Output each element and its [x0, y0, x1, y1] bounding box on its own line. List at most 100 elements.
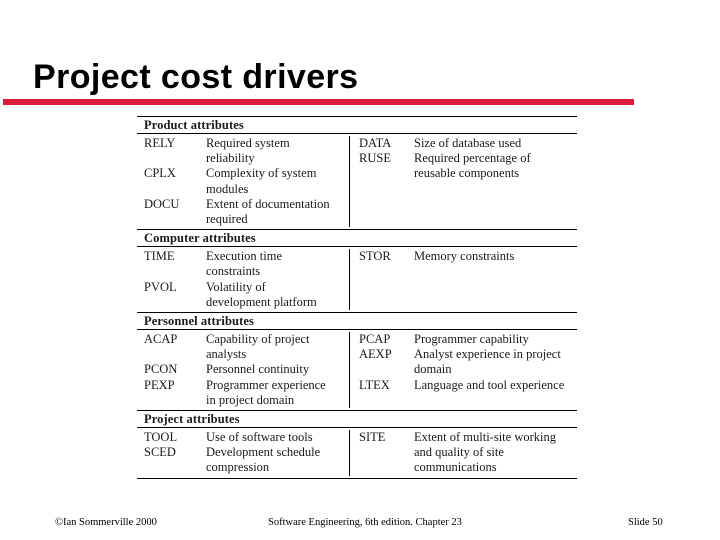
driver-description-line: reusable components [414, 166, 520, 181]
left-attribute-column: ACAP Capability of project analysts PCON Per… [137, 332, 350, 409]
driver-code: RELY [144, 136, 176, 150]
section-body: ACAP Capability of project analysts PCON Per… [137, 330, 577, 410]
layout-spacer [359, 295, 577, 310]
driver-code: SCED [144, 445, 176, 460]
driver-description-line: Extent of documentation [206, 196, 330, 211]
slide-footer: ©Ian Sommerville 2000 Software Engineeri… [0, 517, 720, 533]
section-body: RELY Required system reliability CPLX Comple… [137, 134, 577, 229]
cost-driver-row: TIME Execution time constraints [144, 249, 349, 279]
driver-code: LTEX [359, 377, 390, 392]
driver-code: PVOL [144, 279, 177, 294]
driver-description: Programmer experience in project domain [206, 378, 349, 408]
title-accent-rule [3, 99, 634, 105]
driver-description-line: communications [414, 460, 497, 475]
driver-description-line: Development schedule [206, 445, 321, 460]
cost-driver-row: SCED Development schedule compression [144, 445, 349, 475]
driver-description-line: domain [414, 362, 452, 377]
driver-description-line: required [206, 212, 248, 227]
section-heading: Computer attributes [137, 229, 577, 248]
driver-description: Capability of project analysts [206, 332, 349, 362]
section-heading: Product attributes [137, 116, 577, 134]
driver-description: Required system reliability [206, 136, 349, 166]
driver-description-line: development platform [206, 294, 317, 309]
layout-spacer [359, 182, 577, 197]
left-attribute-column: TOOL Use of software tools SCED Development… [137, 430, 350, 476]
cost-driver-row: RUSE Required percentage of reusable compo… [359, 151, 577, 181]
cost-driver-row: PCON Personnel continuity [144, 362, 349, 377]
driver-description-line: Complexity of system [206, 166, 317, 181]
cost-driver-row: SITE Extent of multi-site working and qual… [359, 430, 577, 476]
driver-description-line: compression [206, 460, 270, 475]
driver-description-line: Required system [206, 136, 290, 150]
cost-driver-row: CPLX Complexity of system modules [144, 166, 349, 196]
left-attribute-column: RELY Required system reliability CPLX Comple… [137, 136, 350, 228]
driver-description: Volatility of development platform [206, 280, 349, 310]
attribute-section: Personnel attributes ACAP Capability of pr… [137, 312, 577, 410]
driver-description: Programmer capability [414, 332, 577, 347]
driver-description-line: Language and tool experience [414, 377, 565, 392]
driver-code: CPLX [144, 166, 176, 181]
driver-description-line: Analyst experience in project [414, 347, 561, 362]
driver-description-line: analysts [206, 347, 247, 362]
driver-description-line: Size of database used [414, 136, 522, 150]
cost-driver-row: STOR Memory constraints [359, 249, 577, 264]
driver-description-line: constraints [206, 264, 261, 279]
cost-driver-row: DOCU Extent of documentation required [144, 197, 349, 227]
driver-description: Execution time constraints [206, 249, 349, 279]
right-attribute-column: PCAP Programmer capability AEXP Analyst exp… [350, 332, 577, 408]
driver-description-line: Extent of multi-site working [414, 430, 556, 445]
right-attribute-column: SITE Extent of multi-site working and qual… [350, 430, 577, 476]
driver-code: PEXP [144, 377, 175, 392]
driver-description-line: Capability of project [206, 332, 310, 347]
footer-slide-number: Slide 50 [628, 517, 663, 528]
driver-code: DATA [359, 136, 392, 150]
driver-description: Analyst experience in project domain [414, 347, 577, 377]
driver-description: Complexity of system modules [206, 166, 349, 196]
driver-description-line: in project domain [206, 392, 295, 407]
driver-code: DOCU [144, 196, 180, 211]
driver-description-line: Volatility of [206, 279, 266, 294]
attribute-section: Product attributes RELY Required system rel… [137, 116, 577, 229]
cost-driver-row: RELY Required system reliability [144, 136, 349, 166]
section-body: TOOL Use of software tools SCED Development… [137, 428, 577, 478]
cost-driver-row: TOOL Use of software tools [144, 430, 349, 445]
layout-spacer [359, 197, 577, 212]
left-attribute-column: TIME Execution time constraints PVOL Volatil… [137, 249, 350, 311]
driver-description-line: modules [206, 181, 249, 196]
driver-description: Personnel continuity [206, 362, 349, 377]
driver-code: PCON [144, 362, 178, 377]
cost-driver-row: PVOL Volatility of development platform [144, 280, 349, 310]
driver-description: Required percentage of reusable component… [414, 151, 577, 181]
right-attribute-column: STOR Memory constraints [350, 249, 577, 310]
section-body: TIME Execution time constraints PVOL Volatil… [137, 247, 577, 312]
driver-description-line: Memory constraints [414, 249, 515, 264]
layout-spacer [359, 264, 577, 279]
cost-driver-row: AEXP Analyst experience in project domain [359, 347, 577, 377]
driver-code: PCAP [359, 332, 391, 347]
driver-description: Extent of multi-site working and quality … [414, 430, 577, 476]
cost-driver-row: ACAP Capability of project analysts [144, 332, 349, 362]
driver-description-line: Programmer experience [206, 377, 326, 392]
driver-code: RUSE [359, 151, 391, 166]
attribute-section: Computer attributes TIME Execution time con… [137, 229, 577, 312]
driver-description: Size of database used [414, 136, 577, 151]
cost-driver-row: PCAP Programmer capability [359, 332, 577, 347]
cost-driver-row: PEXP Programmer experience in project doma… [144, 378, 349, 408]
section-heading: Project attributes [137, 410, 577, 429]
driver-code: STOR [359, 249, 391, 264]
driver-code: ACAP [144, 332, 178, 347]
driver-description-line: Programmer capability [414, 332, 529, 347]
driver-description: Language and tool experience [414, 378, 577, 393]
driver-description-line: Execution time [206, 249, 283, 264]
footer-book-reference: Software Engineering, 6th edition. Chapt… [268, 517, 462, 528]
driver-code: TOOL [144, 430, 178, 445]
driver-description-line: Use of software tools [206, 430, 313, 445]
driver-code: SITE [359, 430, 386, 445]
page-title: Project cost drivers [33, 58, 359, 96]
driver-description-line: Required percentage of [414, 151, 531, 166]
driver-description-line: and quality of site [414, 445, 504, 460]
driver-description: Extent of documentation required [206, 197, 349, 227]
layout-spacer [359, 393, 577, 408]
right-attribute-column: DATA Size of database used RUSE Required pe… [350, 136, 577, 227]
driver-code: AEXP [359, 347, 392, 362]
